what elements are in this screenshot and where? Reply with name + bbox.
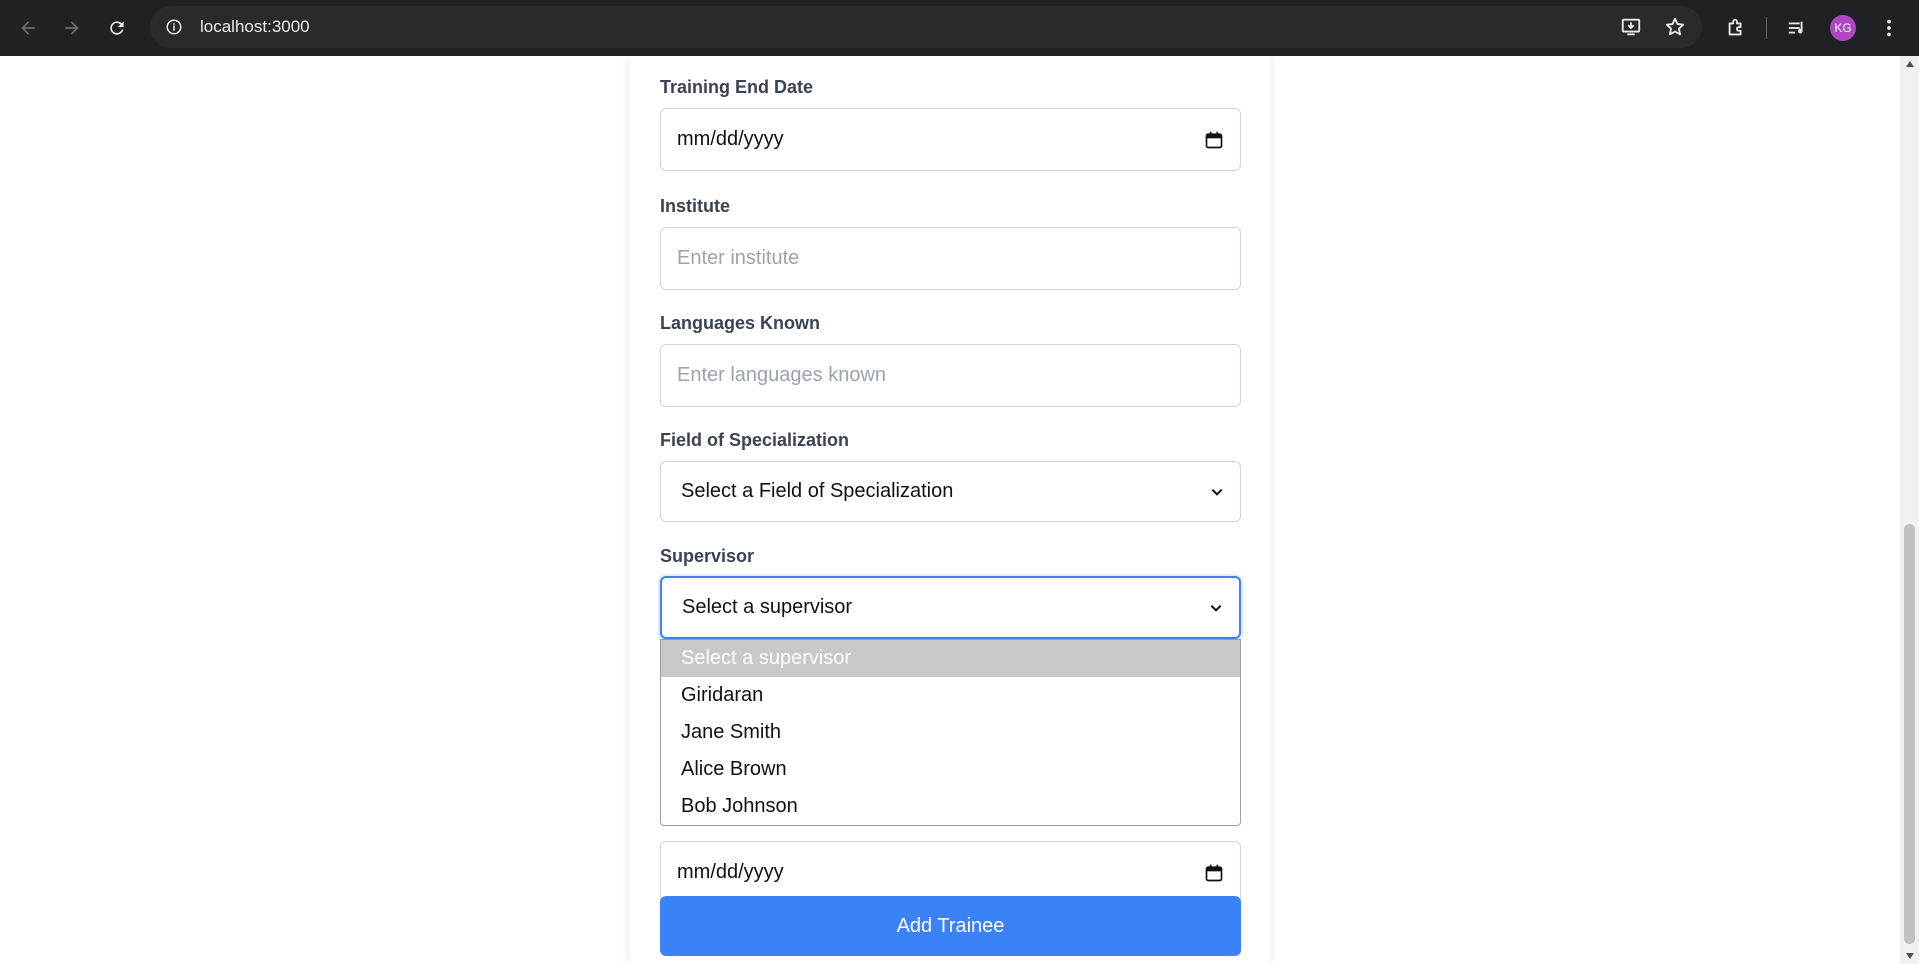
languages-known-label: Languages Known (660, 313, 821, 333)
info-icon[interactable] (160, 13, 188, 41)
add-trainee-button[interactable]: Add Trainee (660, 896, 1241, 956)
supervisor-select[interactable]: Select a supervisor (660, 576, 1241, 639)
back-button[interactable] (10, 10, 46, 46)
training-end-date-input[interactable]: mm/dd/yyyy (660, 108, 1241, 171)
institute-input[interactable]: Enter institute (660, 227, 1241, 290)
browser-toolbar: localhost:3000 KG (0, 0, 1919, 56)
scroll-thumb[interactable] (1904, 524, 1915, 944)
url-text: localhost:3000 (200, 17, 310, 36)
supervisor-dropdown-list: Select a supervisor Giridaran Jane Smith… (660, 639, 1241, 826)
supervisor-option[interactable]: Giridaran (661, 677, 1240, 714)
institute-placeholder: Enter institute (677, 247, 800, 269)
supervisor-option[interactable]: Alice Brown (661, 751, 1240, 788)
reload-button[interactable] (99, 10, 135, 46)
field-of-specialization-label: Field of Specialization (660, 430, 850, 450)
supervisor-value: Select a supervisor (682, 596, 853, 618)
arrow-left-icon (21, 21, 35, 35)
puzzle-icon[interactable] (1718, 10, 1754, 46)
media-control-icon[interactable] (1779, 10, 1815, 46)
arrow-right-icon (65, 21, 79, 35)
supervisor-option[interactable]: Jane Smith (661, 714, 1240, 751)
training-end-date-value: mm/dd/yyyy (677, 128, 784, 150)
address-bar[interactable]: localhost:3000 (150, 6, 1702, 48)
field-of-specialization-value: Select a Field of Specialization (681, 480, 954, 502)
languages-known-input[interactable]: Enter languages known (660, 344, 1241, 407)
add-trainee-form: Training End Date mm/dd/yyyy Institute E… (630, 56, 1270, 964)
institute-label: Institute (660, 196, 730, 216)
date-input[interactable]: mm/dd/yyyy (660, 841, 1241, 904)
kebab-menu-icon[interactable] (1871, 10, 1907, 46)
calendar-icon[interactable] (1204, 863, 1224, 883)
scroll-down-arrow[interactable] (1900, 948, 1919, 964)
chevron-down-icon (1210, 485, 1224, 499)
supervisor-option[interactable]: Bob Johnson (661, 788, 1240, 825)
chevron-down-icon (1209, 601, 1223, 615)
page-scrollbar[interactable] (1900, 56, 1919, 964)
field-of-specialization-select[interactable]: Select a Field of Specialization (660, 461, 1241, 522)
avatar: KG (1830, 15, 1856, 41)
date-value: mm/dd/yyyy (677, 861, 784, 883)
calendar-icon[interactable] (1204, 130, 1224, 150)
languages-known-placeholder: Enter languages known (677, 364, 887, 386)
supervisor-option[interactable]: Select a supervisor (661, 640, 1240, 677)
supervisor-label: Supervisor (660, 546, 755, 566)
scroll-up-arrow[interactable] (1900, 56, 1919, 72)
training-end-date-label: Training End Date (660, 77, 814, 97)
star-icon[interactable] (1660, 12, 1690, 42)
profile-button[interactable]: KG (1825, 10, 1861, 46)
reload-icon (110, 21, 124, 35)
toolbar-divider (1766, 17, 1767, 39)
install-app-icon[interactable] (1616, 12, 1646, 42)
page-viewport: Training End Date mm/dd/yyyy Institute E… (0, 56, 1919, 964)
forward-button[interactable] (54, 10, 90, 46)
